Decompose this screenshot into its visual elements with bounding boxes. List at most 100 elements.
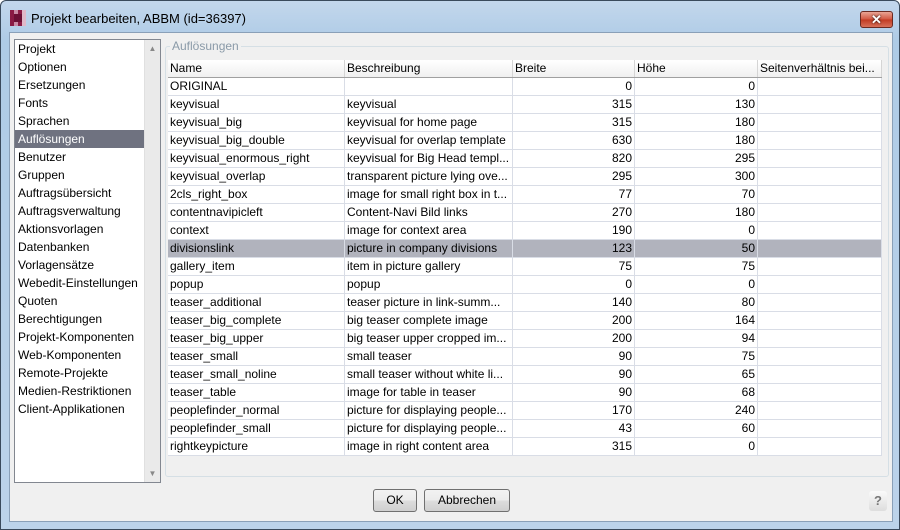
table-row[interactable]: teaser_small small teaser 90 75 bbox=[168, 348, 882, 366]
table-cell: image for context area bbox=[345, 222, 513, 239]
sidebar-item[interactable]: Projekt bbox=[15, 40, 144, 58]
table-row[interactable]: gallery_item item in picture gallery 75 75 bbox=[168, 258, 882, 276]
table-cell: keyvisual for Big Head templ... bbox=[345, 150, 513, 167]
table-header: Name Beschreibung Breite Höhe Seitenverhältn… bbox=[168, 60, 882, 78]
sidebar-item[interactable]: Auftragsverwaltung bbox=[15, 202, 144, 220]
table-cell: 164 bbox=[635, 312, 758, 329]
table-cell bbox=[758, 96, 882, 113]
table-cell: teaser_big_complete bbox=[168, 312, 345, 329]
table-cell: 180 bbox=[635, 132, 758, 149]
sidebar-item[interactable]: Optionen bbox=[15, 58, 144, 76]
table-cell bbox=[758, 78, 882, 95]
sidebar-item[interactable]: Ersetzungen bbox=[15, 76, 144, 94]
table-cell: 75 bbox=[513, 258, 635, 275]
table-cell: teaser_table bbox=[168, 384, 345, 401]
table-cell: 270 bbox=[513, 204, 635, 221]
sidebar-item[interactable]: Fonts bbox=[15, 94, 144, 112]
table-cell: 315 bbox=[513, 438, 635, 455]
column-header[interactable]: Höhe bbox=[635, 60, 758, 77]
cancel-button[interactable]: Abbrechen bbox=[424, 489, 510, 512]
table-row[interactable]: rightkeypicture image in right content ar… bbox=[168, 438, 882, 456]
table-cell: image in right content area bbox=[345, 438, 513, 455]
sidebar-item[interactable]: Auftragsübersicht bbox=[15, 184, 144, 202]
sidebar-item[interactable]: Projekt-Komponenten bbox=[15, 328, 144, 346]
table-cell: small teaser bbox=[345, 348, 513, 365]
table-row[interactable]: context image for context area 190 0 bbox=[168, 222, 882, 240]
table-row[interactable]: keyvisual_big_double keyvisual for overla… bbox=[168, 132, 882, 150]
table-row[interactable]: keyvisual_big keyvisual for home page 315 1… bbox=[168, 114, 882, 132]
sidebar-item[interactable]: Vorlagensätze bbox=[15, 256, 144, 274]
sidebar-item[interactable]: Webedit-Einstellungen bbox=[15, 274, 144, 292]
table-row[interactable]: contentnavipicleft Content-Navi Bild link… bbox=[168, 204, 882, 222]
table-cell: teaser_small_noline bbox=[168, 366, 345, 383]
table-cell bbox=[758, 150, 882, 167]
sidebar-item[interactable]: Auflösungen bbox=[15, 130, 144, 148]
table-cell bbox=[758, 330, 882, 347]
table-cell bbox=[758, 294, 882, 311]
table-cell bbox=[758, 348, 882, 365]
sidebar-item[interactable]: Web-Komponenten bbox=[15, 346, 144, 364]
sidebar-item[interactable]: Gruppen bbox=[15, 166, 144, 184]
table-row[interactable]: ORIGINAL 0 0 bbox=[168, 78, 882, 96]
help-button[interactable]: ? bbox=[869, 491, 887, 511]
table-cell: 70 bbox=[635, 186, 758, 203]
sidebar-list: Projekt Optionen Ersetzungen Fonts Sprachen A… bbox=[14, 39, 161, 483]
table-cell bbox=[758, 438, 882, 455]
table-cell: keyvisual_overlap bbox=[168, 168, 345, 185]
table-cell bbox=[758, 402, 882, 419]
sidebar-item[interactable]: Remote-Projekte bbox=[15, 364, 144, 382]
table-row[interactable]: teaser_small_noline small teaser without … bbox=[168, 366, 882, 384]
table-row[interactable]: keyvisual_enormous_right keyvisual for Bi… bbox=[168, 150, 882, 168]
table-row[interactable]: peoplefinder_normal picture for displayin… bbox=[168, 402, 882, 420]
table-row[interactable]: teaser_big_complete big teaser complete i… bbox=[168, 312, 882, 330]
sidebar-item[interactable]: Medien-Restriktionen bbox=[15, 382, 144, 400]
sidebar-item[interactable]: Sprachen bbox=[15, 112, 144, 130]
table-row[interactable]: teaser_big_upper big teaser upper cropped… bbox=[168, 330, 882, 348]
scroll-up-icon[interactable]: ▲ bbox=[145, 40, 160, 57]
ok-button[interactable]: OK bbox=[373, 489, 417, 512]
table-cell: keyvisual bbox=[345, 96, 513, 113]
table-cell: 43 bbox=[513, 420, 635, 437]
column-header[interactable]: Beschreibung bbox=[345, 60, 513, 77]
close-button[interactable]: ✕ bbox=[860, 11, 893, 28]
table-cell: 240 bbox=[635, 402, 758, 419]
table-row[interactable]: teaser_additional teaser picture in link-… bbox=[168, 294, 882, 312]
table-cell: Content-Navi Bild links bbox=[345, 204, 513, 221]
table-cell bbox=[758, 384, 882, 401]
table-cell: 0 bbox=[635, 276, 758, 293]
sidebar-item[interactable]: Aktionsvorlagen bbox=[15, 220, 144, 238]
table-cell: 180 bbox=[635, 114, 758, 131]
table-row[interactable]: peoplefinder_small picture for displaying… bbox=[168, 420, 882, 438]
table-cell: 315 bbox=[513, 96, 635, 113]
column-header[interactable]: Seitenverhältnis bei... bbox=[758, 60, 882, 77]
table-cell: 200 bbox=[513, 330, 635, 347]
sidebar-scrollbar[interactable]: ▲ ▼ bbox=[144, 40, 160, 482]
table-row[interactable]: teaser_table image for table in teaser 90 6… bbox=[168, 384, 882, 402]
table-cell: keyvisual_enormous_right bbox=[168, 150, 345, 167]
table-cell: 77 bbox=[513, 186, 635, 203]
column-header[interactable]: Breite bbox=[513, 60, 635, 77]
sidebar-item[interactable]: Datenbanken bbox=[15, 238, 144, 256]
table-cell bbox=[758, 168, 882, 185]
sidebar-item[interactable]: Benutzer bbox=[15, 148, 144, 166]
table-cell: transparent picture lying ove... bbox=[345, 168, 513, 185]
window-title: Projekt bearbeiten, ABBM (id=36397) bbox=[31, 11, 246, 26]
table-cell: 90 bbox=[513, 348, 635, 365]
table-cell: image for table in teaser bbox=[345, 384, 513, 401]
table-row[interactable]: divisionslink picture in company division… bbox=[168, 240, 882, 258]
column-header[interactable]: Name bbox=[168, 60, 345, 77]
table-row[interactable]: keyvisual_overlap transparent picture lyi… bbox=[168, 168, 882, 186]
sidebar-item[interactable]: Berechtigungen bbox=[15, 310, 144, 328]
sidebar-item[interactable]: Quoten bbox=[15, 292, 144, 310]
table-cell bbox=[758, 312, 882, 329]
table-cell: 820 bbox=[513, 150, 635, 167]
table-row[interactable]: popup popup 0 0 bbox=[168, 276, 882, 294]
table-row[interactable]: keyvisual keyvisual 315 130 bbox=[168, 96, 882, 114]
table-cell: 200 bbox=[513, 312, 635, 329]
table-cell: 65 bbox=[635, 366, 758, 383]
table-row[interactable]: 2cls_right_box image for small right box … bbox=[168, 186, 882, 204]
sidebar-item[interactable]: Client-Applikationen bbox=[15, 400, 144, 418]
table-cell: picture in company divisions bbox=[345, 240, 513, 257]
scroll-down-icon[interactable]: ▼ bbox=[145, 465, 160, 482]
resolutions-table: Name Beschreibung Breite Höhe Seitenverhältn… bbox=[168, 60, 882, 456]
